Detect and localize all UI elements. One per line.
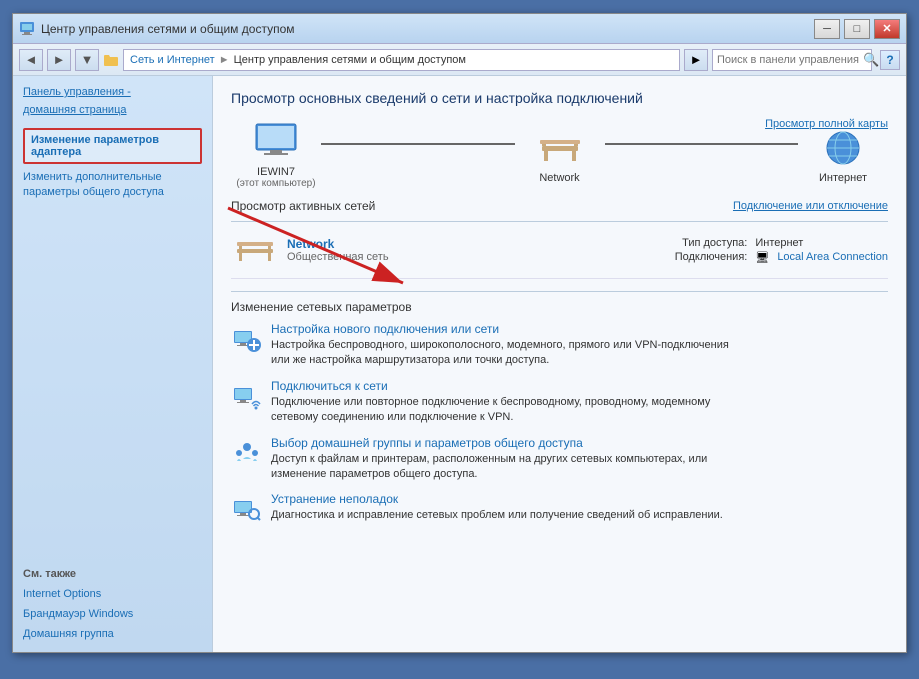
network-icon	[536, 124, 584, 172]
connections-label: Подключения:	[667, 251, 747, 263]
search-icon[interactable]: 🔍	[863, 52, 879, 68]
access-type-label: Тип доступа:	[667, 237, 747, 249]
internet-node-label: Интернет	[819, 172, 867, 184]
change-item-new-connection: Настройка нового подключения или сети На…	[231, 322, 888, 369]
active-net-info: Network Общественная сеть	[287, 237, 667, 263]
access-type-value: Интернет	[755, 237, 803, 249]
sidebar-adapter-label[interactable]: Изменение параметров адаптера	[23, 128, 202, 164]
homegroup-link[interactable]: Выбор домашней группы и параметров общег…	[271, 436, 707, 450]
access-type-row: Тип доступа: Интернет	[667, 237, 888, 249]
homegroup-content: Выбор домашней группы и параметров общег…	[271, 436, 707, 483]
active-networks-title: Просмотр активных сетей	[231, 199, 733, 213]
sidebar-advanced-link[interactable]: Изменить дополнительные параметры общего…	[23, 170, 202, 201]
change-item-troubleshoot: Устранение неполадок Диагностика и испра…	[231, 492, 888, 526]
breadcrumb-bar: Сеть и Интернет ► Центр управления сетям…	[123, 49, 680, 71]
troubleshoot-icon	[231, 494, 263, 526]
breadcrumb-part2: Центр управления сетями и общим доступом	[234, 54, 466, 66]
connect-desc: Подключение или повторное подключение к …	[271, 395, 710, 426]
change-item-connect: Подключиться к сети Подключение или повт…	[231, 379, 888, 426]
maximize-button[interactable]: □	[844, 19, 870, 39]
change-section-title: Изменение сетевых параметров	[231, 300, 888, 314]
view-full-map-link[interactable]: Просмотр полной карты	[765, 118, 888, 130]
minimize-button[interactable]: ─	[814, 19, 840, 39]
new-connection-desc: Настройка беспроводного, широкополосного…	[271, 338, 729, 369]
network-svg	[536, 128, 584, 168]
new-connection-link[interactable]: Настройка нового подключения или сети	[271, 322, 729, 336]
search-input[interactable]	[717, 54, 859, 66]
main-content: Панель управления - домашняя страница Из…	[13, 76, 906, 652]
connections-row: Подключения: 🖥 Local Area Connection	[667, 251, 888, 264]
main-window: Центр управления сетями и общим доступом…	[12, 13, 907, 653]
active-net-name[interactable]: Network	[287, 237, 667, 251]
active-net-icon	[231, 230, 279, 270]
sidebar-also-title: См. также	[23, 568, 202, 580]
close-button[interactable]: ✕	[874, 19, 900, 39]
computer-icon	[252, 118, 300, 166]
active-net-details: Тип доступа: Интернет Подключения: 🖥 Loc…	[667, 237, 888, 264]
network-node-network: Network	[515, 124, 605, 184]
new-connection-svg	[232, 325, 262, 355]
new-connection-content: Настройка нового подключения или сети На…	[271, 322, 729, 369]
internet-svg	[819, 128, 867, 168]
homegroup-icon	[231, 438, 263, 470]
connect-svg	[232, 382, 262, 412]
network-node-label: Network	[539, 172, 579, 184]
computer-svg	[252, 122, 300, 162]
sidebar-internet-options[interactable]: Internet Options	[23, 588, 202, 600]
connect-content: Подключиться к сети Подключение или повт…	[271, 379, 710, 426]
search-bar: 🔍	[712, 49, 872, 71]
connection-icon: 🖥	[755, 251, 769, 264]
sidebar: Панель управления - домашняя страница Из…	[13, 76, 213, 652]
connector-2	[605, 143, 799, 145]
network-bench-icon	[234, 232, 276, 268]
internet-icon	[819, 124, 867, 172]
connect-disconnect-link[interactable]: Подключение или отключение	[733, 200, 888, 212]
sidebar-home-group[interactable]: Домашняя группа	[23, 628, 202, 640]
titlebar-title: Центр управления сетями и общим доступом	[41, 22, 814, 36]
homegroup-desc: Доступ к файлам и принтерам, расположенн…	[271, 452, 707, 483]
dropdown-button[interactable]: ▼	[75, 49, 99, 71]
sidebar-windows-firewall[interactable]: Брандмауэр Windows	[23, 608, 202, 620]
active-net-type: Общественная сеть	[287, 251, 667, 263]
troubleshoot-content: Устранение неполадок Диагностика и испра…	[271, 492, 723, 523]
computer-node-sublabel: (этот компьютер)	[236, 178, 315, 189]
connect-icon	[231, 381, 263, 413]
connections-value[interactable]: Local Area Connection	[777, 251, 888, 263]
section-divider-2	[231, 291, 888, 292]
new-connection-icon	[231, 324, 263, 356]
forward-button[interactable]: ►	[47, 49, 71, 71]
content-pane: Просмотр основных сведений о сети и наст…	[213, 76, 906, 652]
breadcrumb-part1[interactable]: Сеть и Интернет	[130, 54, 215, 66]
sidebar-spacer	[23, 207, 202, 562]
breadcrumb-sep1: ►	[219, 54, 230, 66]
active-network-row: Network Общественная сеть Тип доступа: И…	[231, 230, 888, 279]
titlebar: Центр управления сетями и общим доступом…	[13, 14, 906, 44]
window-icon	[19, 21, 35, 37]
network-node-internet: Интернет	[798, 124, 888, 184]
section-divider-1	[231, 221, 888, 222]
troubleshoot-link[interactable]: Устранение неполадок	[271, 492, 723, 506]
titlebar-buttons: ─ □ ✕	[814, 19, 900, 39]
troubleshoot-desc: Диагностика и исправление сетевых пробле…	[271, 508, 723, 523]
sidebar-home-line2[interactable]: домашняя страница	[23, 104, 202, 116]
addressbar: ◄ ► ▼ Сеть и Интернет ► Центр управления…	[13, 44, 906, 76]
homegroup-svg	[232, 439, 262, 469]
folder-icon	[103, 52, 119, 68]
back-button[interactable]: ◄	[19, 49, 43, 71]
go-button[interactable]: ►	[684, 49, 708, 71]
network-node-computer: IEWIN7 (этот компьютер)	[231, 118, 321, 189]
change-item-homegroup: Выбор домашней группы и параметров общег…	[231, 436, 888, 483]
computer-node-label: IEWIN7	[257, 166, 295, 178]
active-networks-header: Просмотр активных сетей Подключение или …	[231, 199, 888, 213]
sidebar-home-line1[interactable]: Панель управления -	[23, 86, 202, 98]
network-map-container: IEWIN7 (этот компьютер)	[231, 118, 888, 189]
troubleshoot-svg	[232, 495, 262, 525]
connect-link[interactable]: Подключиться к сети	[271, 379, 710, 393]
content-title: Просмотр основных сведений о сети и наст…	[231, 90, 888, 106]
connector-1	[321, 143, 515, 145]
sidebar-adapter-item[interactable]: Изменение параметров адаптера	[23, 128, 202, 164]
help-button[interactable]: ?	[880, 50, 900, 70]
